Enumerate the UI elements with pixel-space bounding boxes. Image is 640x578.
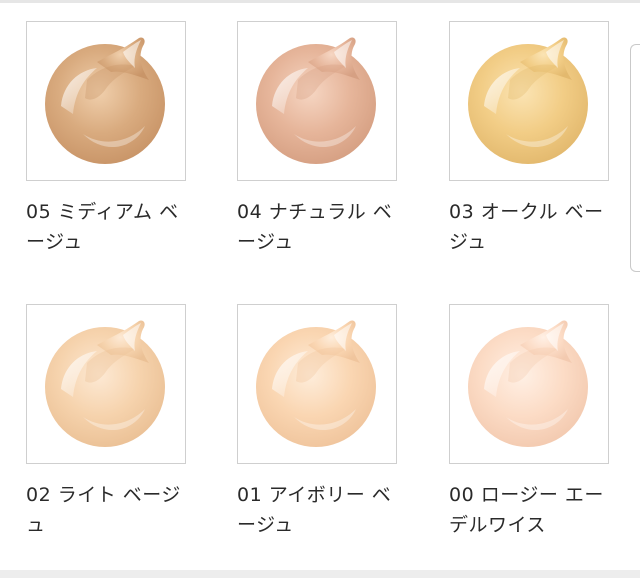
shade-card[interactable]: 00 ロージー エーデルワイス — [449, 304, 619, 540]
shade-card[interactable]: 01 アイボリー ベージュ — [237, 304, 407, 540]
shade-label: 05 ミディアム ベージュ — [26, 201, 179, 253]
foundation-swatch-icon — [256, 320, 376, 447]
shade-label: 04 ナチュラル ベージュ — [237, 201, 393, 253]
foundation-swatch-icon — [468, 320, 588, 447]
foundation-swatch-icon — [256, 37, 376, 164]
foundation-swatch-icon — [45, 37, 165, 164]
shade-swatch-frame[interactable] — [237, 21, 397, 181]
shade-swatch-frame[interactable] — [449, 21, 609, 181]
bottom-divider — [0, 570, 640, 578]
shade-card[interactable]: 04 ナチュラル ベージュ — [237, 21, 407, 257]
foundation-swatch-icon — [468, 37, 588, 164]
shade-swatch-frame[interactable] — [237, 304, 397, 464]
shade-label: 00 ロージー エーデルワイス — [449, 484, 604, 536]
shade-grid: 05 ミディアム ベージュ 04 ナチュラル ベージュ 03 オークル ベージュ… — [0, 0, 640, 578]
shade-card[interactable]: 03 オークル ベージュ — [449, 21, 619, 257]
shade-card[interactable]: 02 ライト ベージュ — [26, 304, 196, 540]
shade-swatch-frame[interactable] — [26, 304, 186, 464]
shade-label: 02 ライト ベージュ — [26, 484, 181, 536]
shade-label: 03 オークル ベージュ — [449, 201, 604, 253]
foundation-swatch-icon — [45, 320, 165, 447]
shade-label: 01 アイボリー ベージュ — [237, 484, 392, 536]
shade-card[interactable]: 05 ミディアム ベージュ — [26, 21, 196, 257]
scrollbar-thumb[interactable] — [630, 44, 640, 272]
shade-swatch-frame[interactable] — [449, 304, 609, 464]
shade-swatch-frame[interactable] — [26, 21, 186, 181]
